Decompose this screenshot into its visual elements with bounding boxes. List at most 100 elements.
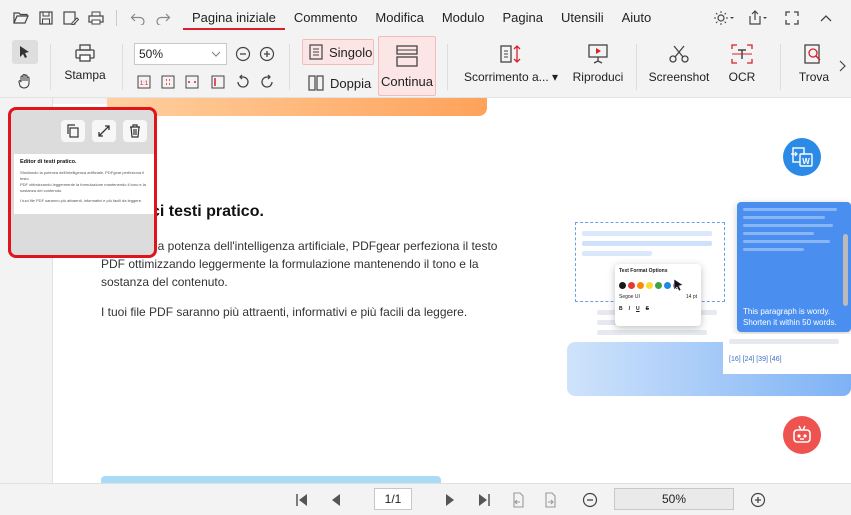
document-viewer[interactable]: ci testi pratico. la potenza dell'intell… bbox=[53, 98, 851, 483]
menu-pagina-iniziale[interactable]: Pagina iniziale bbox=[183, 6, 285, 30]
fullscreen-icon[interactable] bbox=[781, 7, 803, 29]
trova-button[interactable]: Trova bbox=[794, 44, 834, 84]
robot-icon bbox=[793, 425, 811, 443]
save-icon[interactable] bbox=[35, 7, 57, 29]
color-swatch bbox=[637, 282, 644, 289]
select-tool-button[interactable] bbox=[12, 40, 38, 64]
open-folder-icon[interactable] bbox=[10, 7, 32, 29]
fit-width-icon bbox=[185, 75, 199, 89]
format-popup-title: Text Format Options bbox=[619, 268, 668, 274]
menu-commento[interactable]: Commento bbox=[285, 6, 367, 30]
menu-modulo[interactable]: Modulo bbox=[433, 6, 494, 30]
screenshot-button[interactable]: Screenshot bbox=[646, 44, 712, 84]
bold-button: B bbox=[619, 306, 623, 312]
zoom-in-button[interactable] bbox=[257, 44, 277, 64]
share-icon[interactable] bbox=[747, 7, 769, 29]
ribbon-separator bbox=[780, 44, 781, 90]
quick-access-toolbar bbox=[10, 7, 177, 29]
first-page-button[interactable] bbox=[292, 490, 312, 510]
printer-icon bbox=[75, 44, 95, 62]
fit-visible-button[interactable] bbox=[208, 72, 228, 92]
riproduci-button[interactable]: Riproduci bbox=[570, 44, 626, 84]
paragraph-1-line-1: la potenza dell'intelligenza artificiale… bbox=[155, 239, 498, 253]
fit-visible-icon bbox=[211, 75, 225, 89]
menu-modifica[interactable]: Modifica bbox=[366, 6, 432, 30]
next-page-edge bbox=[101, 476, 441, 483]
ai-card-text: This paragraph is wordy. Shorten it with… bbox=[743, 307, 837, 327]
fit-width-button[interactable] bbox=[182, 72, 202, 92]
status-zoom-out-button[interactable] bbox=[580, 490, 600, 510]
thumbnail-copy-button[interactable] bbox=[61, 120, 85, 142]
color-swatch bbox=[619, 282, 626, 289]
convert-to-word-icon: W bbox=[791, 147, 813, 167]
ocr-icon bbox=[731, 44, 753, 64]
collapse-ribbon-icon[interactable] bbox=[815, 7, 837, 29]
previous-page-button[interactable] bbox=[326, 490, 346, 510]
vertical-scrollbar-thumb[interactable] bbox=[843, 234, 848, 306]
arrow-cursor-icon bbox=[20, 46, 29, 58]
zoom-out-icon bbox=[235, 46, 251, 62]
zoom-select[interactable]: 50% bbox=[134, 43, 227, 65]
undo-icon[interactable] bbox=[127, 7, 149, 29]
next-page-button[interactable] bbox=[440, 490, 460, 510]
card-line bbox=[743, 216, 825, 219]
menu-utensili[interactable]: Utensili bbox=[552, 6, 613, 30]
thumbnail-delete-button[interactable] bbox=[123, 120, 147, 142]
zoom-out-button[interactable] bbox=[233, 44, 253, 64]
stampa-button[interactable]: Stampa bbox=[63, 44, 107, 82]
trova-label: Trova bbox=[798, 70, 830, 84]
previous-view-button[interactable] bbox=[508, 490, 528, 510]
doppia-button[interactable]: Doppia bbox=[308, 72, 371, 94]
hand-tool-button[interactable] bbox=[15, 71, 35, 91]
rotate-left-button[interactable] bbox=[233, 72, 253, 92]
ribbon-scroll-right-button[interactable] bbox=[834, 56, 850, 76]
page-thumbnail-popup[interactable]: Editor di testi pratico. Sfruttando la p… bbox=[8, 107, 157, 258]
print-icon[interactable] bbox=[85, 7, 107, 29]
menu-aiuto[interactable]: Aiuto bbox=[613, 6, 661, 30]
color-swatch bbox=[655, 282, 662, 289]
actual-size-button[interactable]: 1:1 bbox=[134, 72, 154, 92]
page-number-input[interactable]: 1/1 bbox=[374, 488, 412, 510]
paragraph-1-line-3: sostanza del contenuto. bbox=[101, 275, 228, 289]
status-bar: 1/1 50% bbox=[0, 483, 851, 515]
riproduci-label: Riproduci bbox=[572, 70, 624, 84]
toolbar-separator bbox=[116, 10, 117, 26]
strike-button: S bbox=[645, 306, 649, 312]
previous-view-icon bbox=[513, 492, 524, 508]
next-view-button[interactable] bbox=[540, 490, 560, 510]
svg-text:W: W bbox=[802, 157, 810, 166]
rotate-right-button[interactable] bbox=[257, 72, 277, 92]
scorrimento-label: Scorrimento a... ▾ bbox=[464, 70, 558, 84]
font-name: Segoe UI bbox=[619, 294, 640, 300]
card-line bbox=[743, 208, 837, 211]
illustration-line bbox=[582, 231, 712, 236]
ribbon-separator bbox=[289, 44, 290, 90]
thumbnail-expand-button[interactable] bbox=[92, 120, 116, 142]
zoom-out-icon bbox=[582, 492, 598, 508]
menu-pagina[interactable]: Pagina bbox=[493, 6, 551, 30]
mouse-cursor-icon bbox=[673, 278, 684, 292]
scorrimento-button[interactable]: Scorrimento a... ▾ bbox=[462, 44, 560, 84]
last-page-button[interactable] bbox=[474, 490, 494, 510]
theme-brightness-icon[interactable] bbox=[713, 7, 735, 29]
fit-page-button[interactable] bbox=[158, 72, 178, 92]
thumbnail-line-4: I tuoi file PDF saranno più attraenti, i… bbox=[20, 198, 143, 203]
ai-suggestion-card: This paragraph is wordy. Shorten it with… bbox=[737, 202, 851, 332]
font-size: 14 pt bbox=[685, 294, 697, 300]
ai-assistant-button[interactable] bbox=[783, 416, 821, 454]
status-zoom-in-button[interactable] bbox=[748, 490, 768, 510]
status-zoom-value[interactable]: 50% bbox=[614, 488, 734, 510]
illustration-line bbox=[729, 339, 839, 344]
doppia-label: Doppia bbox=[330, 75, 372, 91]
ocr-button[interactable]: OCR bbox=[722, 44, 762, 84]
zoom-in-icon bbox=[259, 46, 275, 62]
singolo-label: Singolo bbox=[329, 44, 373, 60]
card-line bbox=[743, 240, 830, 243]
last-page-icon bbox=[479, 494, 490, 506]
color-swatches bbox=[619, 282, 697, 289]
save-as-icon[interactable] bbox=[60, 7, 82, 29]
singolo-button[interactable]: Singolo bbox=[302, 39, 374, 65]
continua-button[interactable]: Continua bbox=[378, 36, 436, 96]
pdf-to-word-button[interactable]: W bbox=[783, 138, 821, 176]
redo-icon[interactable] bbox=[152, 7, 174, 29]
